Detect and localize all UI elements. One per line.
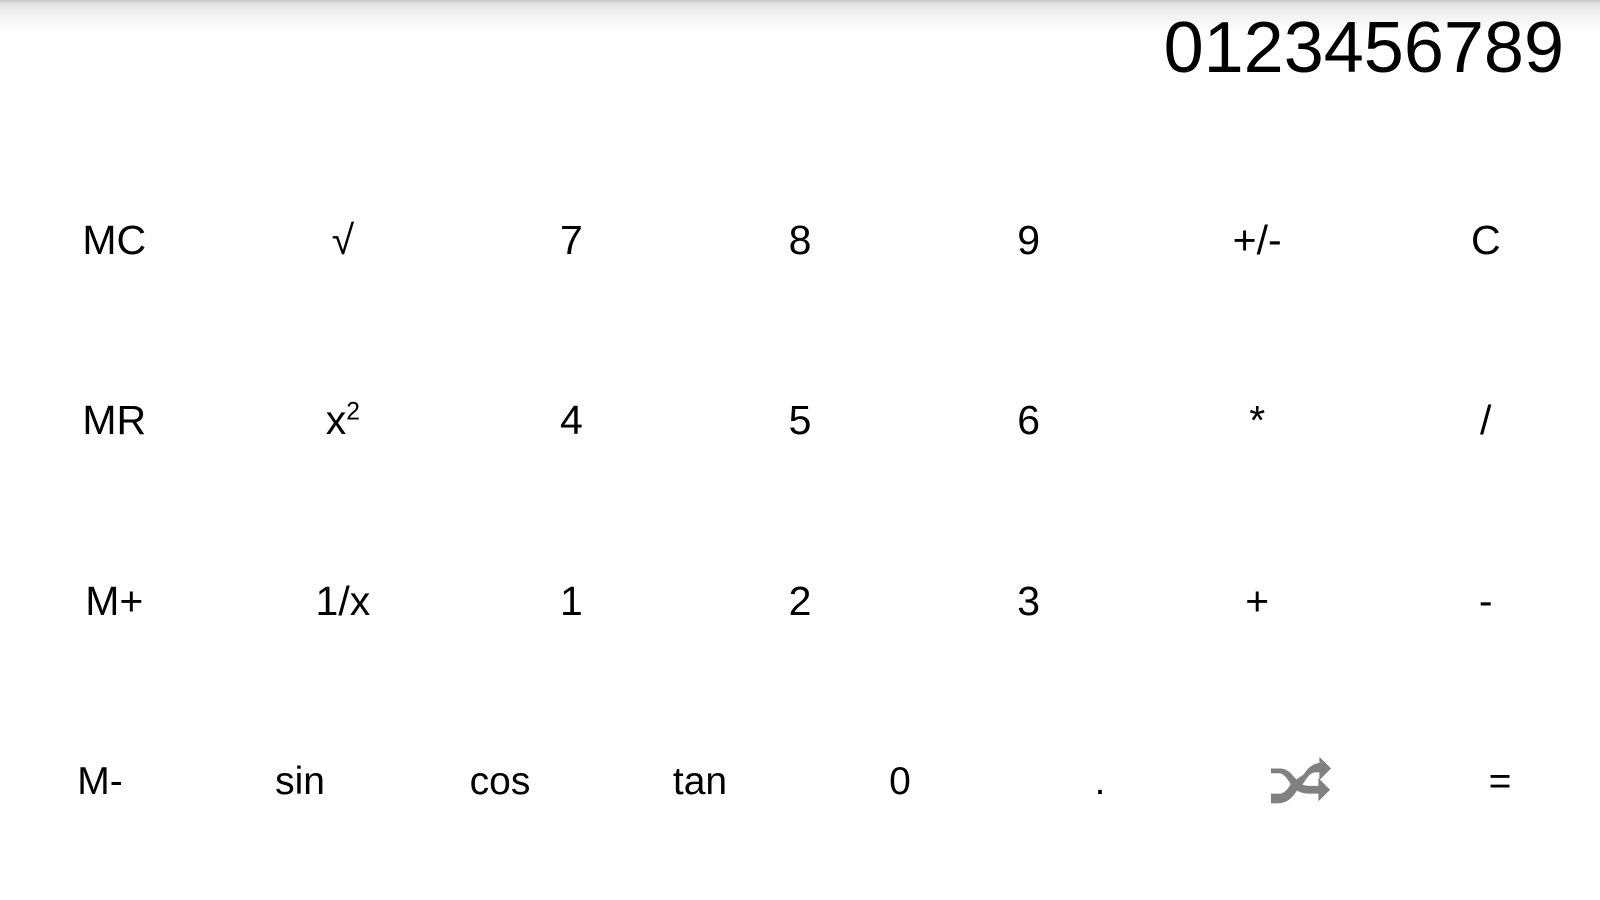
key-label: C — [1470, 216, 1501, 263]
key-row: MC √ 7 8 9 +/- C — [0, 150, 1600, 331]
key-label: cos — [469, 760, 531, 804]
key-digit-9[interactable]: 9 — [914, 150, 1143, 331]
key-row: M+ 1/x 1 2 3 + - — [0, 511, 1600, 692]
display-area: 0123456789 — [0, 0, 1600, 150]
display-value: 0123456789 — [1163, 8, 1564, 88]
key-label: sin — [275, 760, 325, 804]
key-label: 7 — [560, 216, 583, 263]
key-divide[interactable]: / — [1371, 331, 1600, 512]
keypad: MC √ 7 8 9 +/- C MR x2 4 5 6 * / M+ 1/x 1 2 3 + - M-sin cos tan… — [0, 150, 1600, 900]
key-digit-6[interactable]: 6 — [914, 331, 1143, 512]
key-label-exponent: 2 — [346, 398, 360, 426]
key-digit-0[interactable]: 0 — [800, 692, 1000, 873]
key-reciprocal[interactable]: 1/x — [229, 511, 458, 692]
key-label: M+ — [85, 577, 144, 624]
key-label: 0 — [889, 760, 911, 804]
key-label: 5 — [788, 397, 812, 444]
key-label: 1 — [560, 577, 583, 624]
key-label: MC — [82, 216, 147, 263]
key-label: 6 — [1017, 397, 1040, 444]
key-label: - — [1478, 577, 1493, 624]
key-cosine[interactable]: cos — [400, 692, 600, 873]
key-label: tan — [672, 760, 728, 804]
key-memory-add[interactable]: M+ — [0, 511, 229, 692]
key-sign-toggle[interactable]: +/- — [1143, 150, 1372, 331]
key-memory-recall[interactable]: MR — [0, 331, 229, 512]
key-label: + — [1245, 577, 1270, 624]
key-label: * — [1249, 397, 1266, 444]
key-label-base: x — [325, 397, 347, 444]
key-shuffle[interactable] — [1200, 692, 1400, 873]
key-digit-2[interactable]: 2 — [686, 511, 915, 692]
key-tangent[interactable]: tan — [600, 692, 800, 873]
key-memory-clear[interactable]: MC — [0, 150, 229, 331]
key-row: MR x2 4 5 6 * / — [0, 331, 1600, 512]
key-label: x2 — [326, 400, 360, 441]
key-label: +/- — [1232, 216, 1282, 263]
key-label: 2 — [788, 577, 812, 624]
key-digit-7[interactable]: 7 — [457, 150, 686, 331]
key-label: 8 — [788, 216, 812, 263]
key-subtract[interactable]: - — [1371, 511, 1600, 692]
key-digit-8[interactable]: 8 — [686, 150, 915, 331]
key-label: = — [1488, 760, 1512, 804]
key-label: 1/x — [315, 577, 371, 624]
key-equals[interactable]: = — [1400, 692, 1600, 873]
key-row: M-sin cos tan 0. = — [0, 692, 1600, 873]
key-square-root[interactable]: √ — [229, 150, 458, 331]
calculator-app: 0123456789 MC √ 7 8 9 +/- C MR x2 4 5 6 * / M+ 1/x 1 2 3 + -… — [0, 0, 1600, 900]
shuffle-icon — [1270, 756, 1331, 804]
key-add[interactable]: + — [1143, 511, 1372, 692]
key-label: 9 — [1017, 216, 1040, 263]
key-label: MR — [82, 397, 147, 444]
key-digit-1[interactable]: 1 — [457, 511, 686, 692]
key-label: M- — [77, 760, 123, 804]
key-label: . — [1094, 760, 1106, 804]
key-clear[interactable]: C — [1371, 150, 1600, 331]
key-memory-subtract[interactable]: M- — [0, 692, 200, 873]
key-label: 3 — [1017, 577, 1040, 624]
key-square[interactable]: x2 — [229, 331, 458, 512]
key-digit-4[interactable]: 4 — [457, 331, 686, 512]
key-digit-3[interactable]: 3 — [914, 511, 1143, 692]
key-decimal-point[interactable]: . — [1000, 692, 1200, 873]
key-multiply[interactable]: * — [1143, 331, 1372, 512]
key-label: / — [1480, 397, 1492, 444]
key-label: 4 — [560, 397, 583, 444]
key-digit-5[interactable]: 5 — [686, 331, 915, 512]
key-sine[interactable]: sin — [200, 692, 400, 873]
key-label: √ — [331, 216, 355, 263]
